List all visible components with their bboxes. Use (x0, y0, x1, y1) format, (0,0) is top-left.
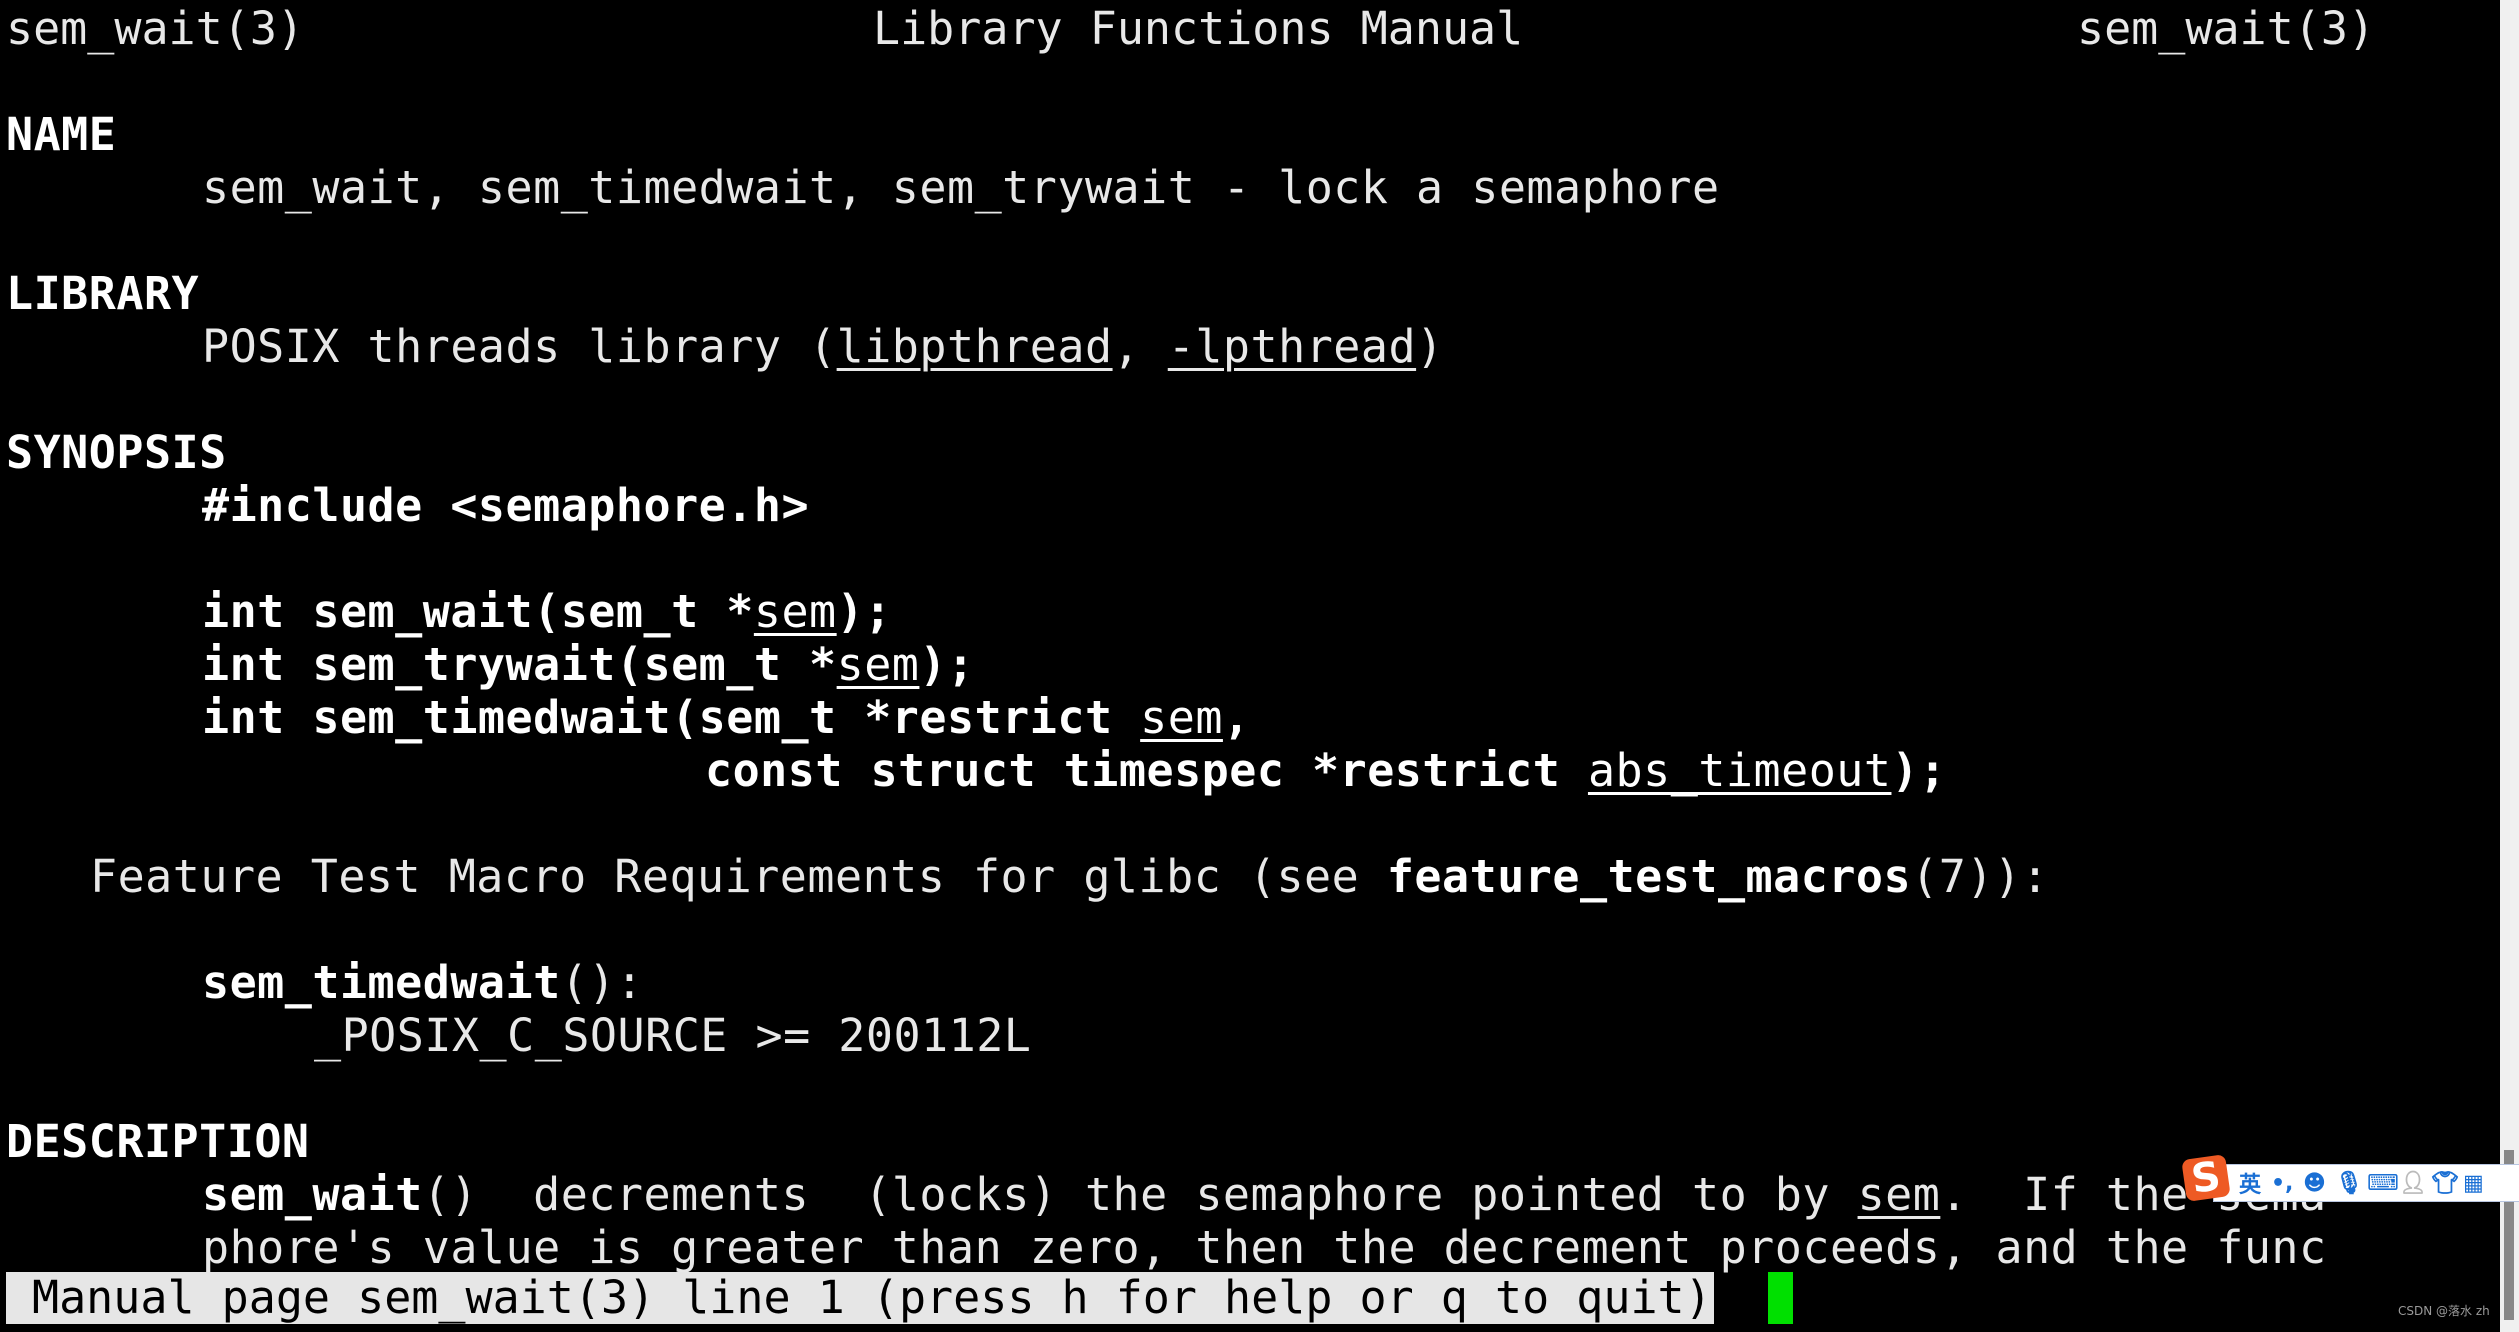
ftm-ref: feature_test_macros (1386, 850, 1912, 903)
feature-test-macro-line: Feature Test Macro Requirements for glib… (90, 850, 2049, 903)
ftm-func-suffix: (): (560, 956, 644, 1009)
proto-arg: sem (836, 638, 920, 691)
proto-end: ); (1891, 744, 1947, 797)
proto-arg: sem (753, 585, 837, 638)
sogou-logo-icon[interactable]: S (2181, 1153, 2231, 1203)
synopsis-proto-sem-trywait: int sem_trywait(sem_t *sem); (202, 638, 975, 691)
desc-text: () decrements (locks) the semaphore poin… (422, 1168, 1858, 1221)
ftm-func: sem_timedwait (202, 956, 561, 1009)
synopsis-proto-sem-wait: int sem_wait(sem_t *sem); (202, 585, 892, 638)
proto-decl: int sem_wait(sem_t * (202, 585, 754, 638)
synopsis-include: #include <semaphore.h> (202, 479, 810, 532)
proto-decl: const struct timespec *restrict (705, 744, 1588, 797)
proto-end: , (1222, 691, 1251, 744)
section-name-title: NAME (6, 108, 117, 161)
proto-end: ); (836, 585, 892, 638)
proto-arg: sem (1140, 691, 1223, 744)
apps-icon[interactable]: ▦ (2463, 1171, 2484, 1196)
synopsis-proto-sem-timedwait: int sem_timedwait(sem_t *restrict sem, (202, 691, 1251, 744)
library-line: POSIX threads library (libpthread, -lpth… (202, 320, 1444, 373)
ime-punctuation-toggle[interactable]: •, (2271, 1171, 2293, 1196)
pager-status-bar: Manual page sem_wait(3) line 1 (press h … (6, 1272, 1714, 1324)
keyboard-icon[interactable]: ⌨ (2367, 1171, 2399, 1196)
library-libpthread: libpthread (836, 320, 1113, 373)
terminal-cursor (1768, 1272, 1793, 1324)
synopsis-proto-sem-timedwait-cont: const struct timespec *restrict abs_time… (705, 744, 1947, 797)
header-right: sem_wait(3) (2077, 2, 2376, 55)
microphone-icon[interactable]: 🎙︎ (2335, 1171, 2363, 1196)
ime-language-toggle[interactable]: 英 (2239, 1167, 2261, 1199)
library-suffix: ) (1416, 320, 1444, 373)
ftm-suffix: (7)): (1911, 850, 2050, 903)
emoji-icon[interactable]: ☻ (2303, 1171, 2326, 1196)
skin-icon[interactable]: 👕︎ (2431, 1171, 2459, 1196)
description-line-2: phore's value is greater than zero, then… (202, 1221, 2327, 1274)
vertical-scrollbar[interactable] (2500, 0, 2519, 1332)
ime-toolbar[interactable]: S 英 •, ☻ 🎙︎ ⌨ 👤︎ 👕︎ ▦ (2181, 1153, 2519, 1203)
library-sep: , (1112, 320, 1168, 373)
ftm-prefix: Feature Test Macro Requirements for glib… (90, 850, 1387, 903)
header-left: sem_wait(3) (6, 2, 305, 55)
watermark: CSDN @落水 zh (2398, 1304, 2490, 1318)
proto-end: ); (919, 638, 975, 691)
description-line-1: sem_wait() decrements (locks) the semaph… (202, 1168, 2327, 1221)
section-description-title: DESCRIPTION (6, 1115, 310, 1168)
terminal-window[interactable]: sem_wait(3) Library Functions Manual sem… (0, 0, 2500, 1332)
ftm-func-line: sem_timedwait(): (202, 956, 643, 1009)
desc-func: sem_wait (202, 1168, 423, 1221)
header-center: Library Functions Manual (873, 2, 1524, 55)
section-synopsis-title: SYNOPSIS (6, 426, 227, 479)
library-lpthread: -lpthread (1167, 320, 1417, 373)
name-text: sem_wait, sem_timedwait, sem_trywait - l… (202, 161, 1720, 214)
library-prefix: POSIX threads library ( (202, 320, 837, 373)
proto-decl: int sem_timedwait(sem_t *restrict (202, 691, 1141, 744)
proto-arg: abs_timeout (1587, 744, 1892, 797)
desc-arg: sem (1857, 1168, 1941, 1221)
section-library-title: LIBRARY (6, 267, 200, 320)
proto-decl: int sem_trywait(sem_t * (202, 638, 837, 691)
ftm-value: _POSIX_C_SOURCE >= 200112L (314, 1009, 1032, 1062)
user-icon[interactable]: 👤︎ (2399, 1171, 2427, 1196)
